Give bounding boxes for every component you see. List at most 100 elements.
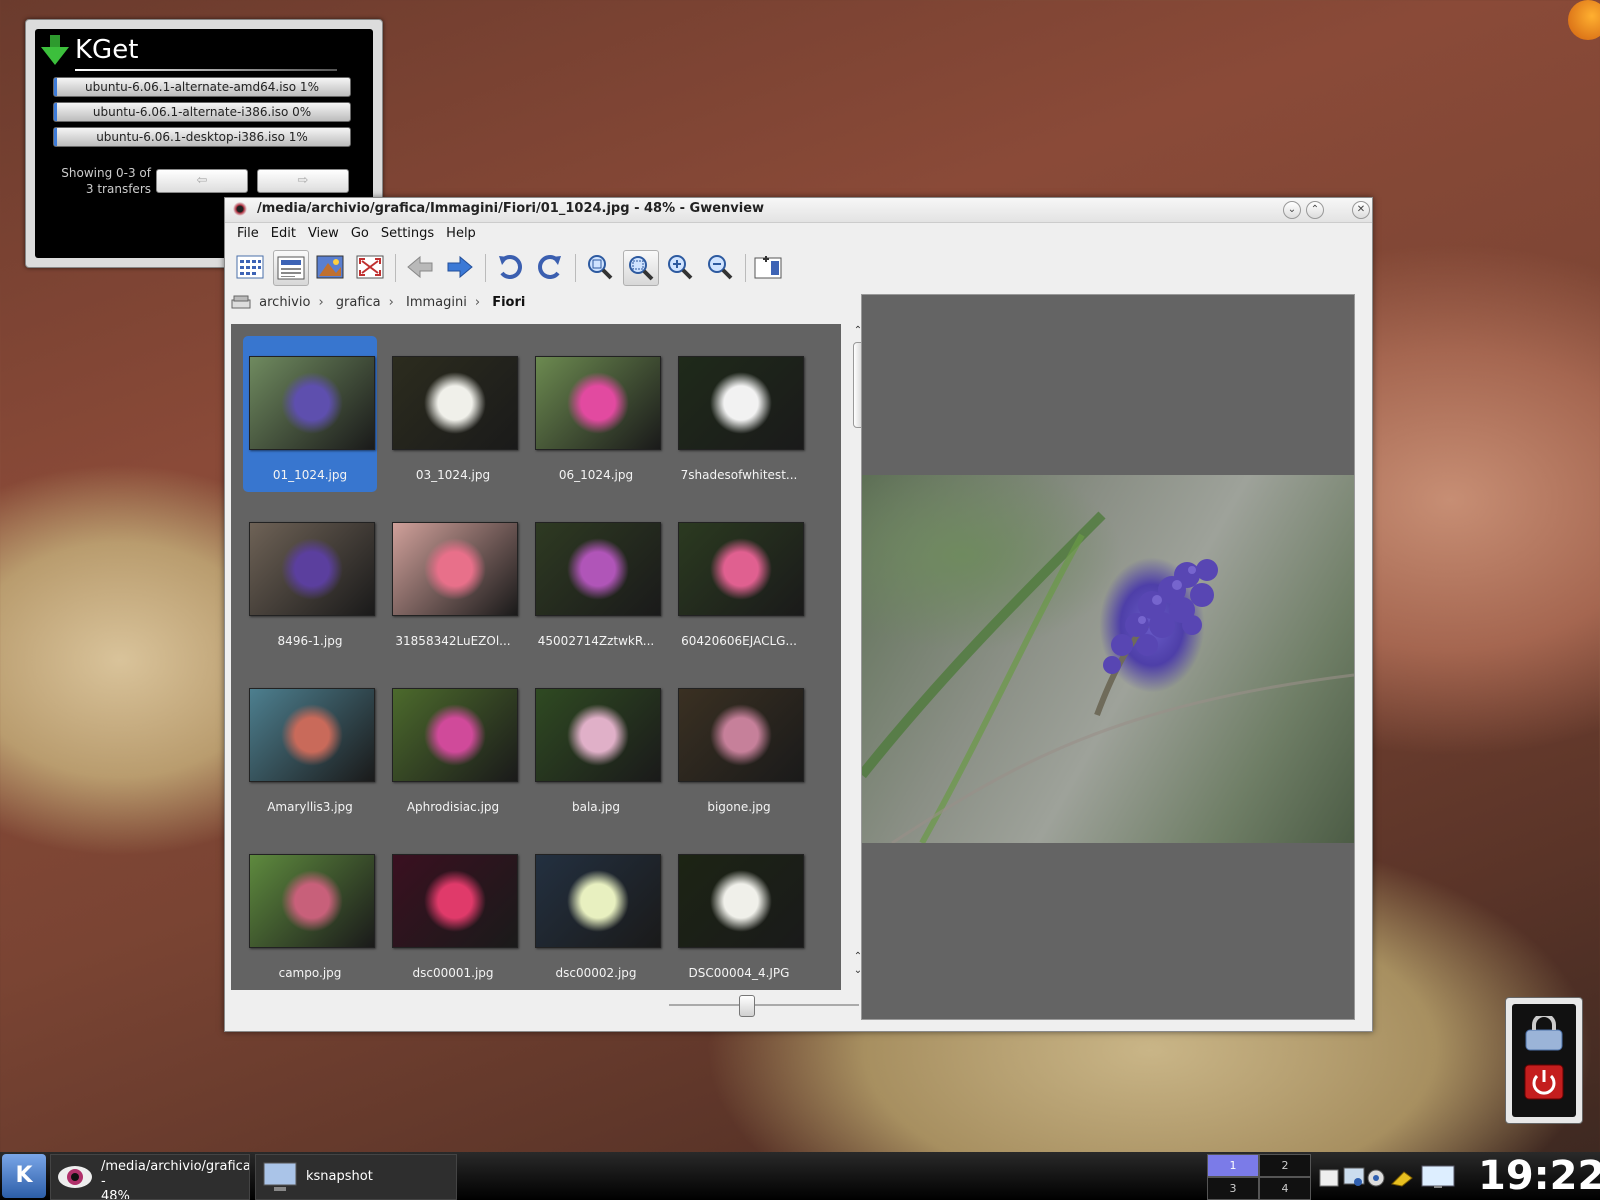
thumbnail-item[interactable]: 01_1024.jpg xyxy=(243,336,377,492)
thumbnail-view[interactable]: 01_1024.jpg 03_1024.jpg 06_1024.jpg 7shades… xyxy=(231,324,841,990)
thumbnail-item[interactable]: bala.jpg xyxy=(529,668,663,824)
breadcrumb: archivio › grafica › Immagini › Fiori xyxy=(231,294,533,316)
zoom-actual-button[interactable] xyxy=(623,250,659,286)
transfer-progress-fill xyxy=(54,103,57,121)
thumbnail-item[interactable]: 7shadesofwhitest... xyxy=(672,336,806,492)
pager-desktop-4[interactable]: 4 xyxy=(1259,1177,1311,1200)
thumbnail-item[interactable]: 8496-1.jpg xyxy=(243,502,377,658)
thumbnail-filename: Amaryllis3.jpg xyxy=(267,800,353,814)
thumbnail-item[interactable]: 45002714ZztwkR... xyxy=(529,502,663,658)
slider-handle[interactable] xyxy=(739,995,755,1017)
menu-settings[interactable]: Settings xyxy=(375,222,440,246)
rotate-right-button[interactable] xyxy=(533,250,567,284)
thumbnail-image xyxy=(678,854,804,948)
kde-menu-button[interactable]: K xyxy=(2,1154,46,1198)
menu-help[interactable]: Help xyxy=(440,222,482,246)
detail-view-icon xyxy=(277,256,305,280)
thumbnail-item[interactable]: 31858342LuEZOl... xyxy=(386,502,520,658)
thumbnail-filename: Aphrodisiac.jpg xyxy=(406,800,500,814)
thumbnail-image xyxy=(249,854,375,948)
browse-mode-button[interactable] xyxy=(233,250,267,284)
thumbnail-item[interactable]: bigone.jpg xyxy=(672,668,806,824)
pager-desktop-2[interactable]: 2 xyxy=(1259,1154,1311,1177)
thumbnail-image xyxy=(535,688,661,782)
toolbar-separator xyxy=(395,254,396,282)
thumbnail-item[interactable]: 60420606EJACLG... xyxy=(672,502,806,658)
breadcrumb-archivio[interactable]: archivio xyxy=(259,295,310,310)
zoom-in-button[interactable] xyxy=(663,250,697,284)
chevron-right-icon: › xyxy=(388,294,394,310)
breadcrumb-fiori[interactable]: Fiori xyxy=(492,295,525,310)
zoom-fit-button[interactable] xyxy=(583,250,617,284)
previous-page-button[interactable]: ⇦ xyxy=(156,169,248,193)
thumbnail-image xyxy=(392,356,518,450)
close-icon: ✕ xyxy=(1356,204,1366,215)
thumbnail-filename: 03_1024.jpg xyxy=(415,468,491,482)
thumbnail-item[interactable]: DSC00004_4.JPG xyxy=(672,834,806,990)
thumbnail-item[interactable]: campo.jpg xyxy=(243,834,377,990)
minimize-button[interactable]: ⌄ xyxy=(1283,201,1301,219)
thumbnail-image xyxy=(535,522,661,616)
pager-desktop-1[interactable]: 1 xyxy=(1207,1154,1259,1177)
rotate-left-icon xyxy=(499,255,522,279)
task-ksnapshot[interactable]: ksnapshot xyxy=(255,1154,457,1200)
transfer-item[interactable]: ubuntu-6.06.1-alternate-i386.iso 0% xyxy=(53,102,351,122)
task-gwenview[interactable]: /media/archivio/grafica - 48% xyxy=(50,1154,250,1200)
transfer-item[interactable]: ubuntu-6.06.1-alternate-amd64.iso 1% xyxy=(53,77,351,97)
lock-icon[interactable] xyxy=(1524,1016,1564,1052)
logout-power-icon[interactable] xyxy=(1524,1064,1564,1100)
photo-content xyxy=(858,511,1355,845)
thumbnail-image xyxy=(249,356,375,450)
sidebar-toggle-button[interactable] xyxy=(751,250,785,284)
gwenview-eye-icon xyxy=(58,1166,92,1188)
thumbnail-filename: bigone.jpg xyxy=(707,800,771,814)
thumbnail-image xyxy=(678,522,804,616)
toolbar-separator xyxy=(485,254,486,282)
thumbnail-image xyxy=(535,854,661,948)
gwenview-eye-icon[interactable] xyxy=(233,202,247,216)
pager-desktop-3[interactable]: 3 xyxy=(1207,1177,1259,1200)
thumbnail-item[interactable]: 03_1024.jpg xyxy=(386,336,520,492)
maximize-button[interactable]: ⌃ xyxy=(1306,201,1324,219)
thumbnail-size-slider[interactable] xyxy=(669,1004,859,1006)
menu-edit[interactable]: Edit xyxy=(265,222,302,246)
view-mode-button[interactable] xyxy=(273,250,309,286)
fullscreen-icon xyxy=(356,255,384,279)
desktop-pager: 1 2 3 4 xyxy=(1207,1154,1311,1200)
moon-applet-icon[interactable] xyxy=(1568,0,1600,40)
breadcrumb-grafica[interactable]: grafica xyxy=(336,295,381,310)
menu-file[interactable]: File xyxy=(231,222,265,246)
lock-logout-panel xyxy=(1512,1004,1576,1117)
thumbnail-image xyxy=(392,854,518,948)
previous-image-button[interactable] xyxy=(403,250,437,284)
right-arrow-icon: ⇨ xyxy=(297,173,309,188)
chevron-down-icon: ⌄ xyxy=(1287,204,1297,215)
thumbnail-item[interactable]: dsc00001.jpg xyxy=(386,834,520,990)
image-view-button[interactable] xyxy=(313,250,347,284)
chevron-right-icon: › xyxy=(318,294,324,310)
next-image-button[interactable] xyxy=(443,250,477,284)
thumbnail-image xyxy=(678,356,804,450)
rotate-left-button[interactable] xyxy=(493,250,527,284)
zoom-out-button[interactable] xyxy=(703,250,737,284)
title-bar[interactable]: /media/archivio/grafica/Immagini/Fiori/0… xyxy=(225,198,1372,223)
gwenview-window: /media/archivio/grafica/Immagini/Fiori/0… xyxy=(224,197,1373,1032)
breadcrumb-immagini[interactable]: Immagini xyxy=(406,295,467,310)
image-viewer[interactable] xyxy=(858,294,1355,1020)
arrow-right-icon xyxy=(447,255,473,279)
thumbnail-grid-icon xyxy=(236,255,264,279)
menu-view[interactable]: View xyxy=(302,222,345,246)
thumbnail-filename: 7shadesofwhitest... xyxy=(680,468,798,482)
thumbnail-item[interactable]: dsc00002.jpg xyxy=(529,834,663,990)
thumbnail-item[interactable]: 06_1024.jpg xyxy=(529,336,663,492)
menu-bar: File Edit View Go Settings Help xyxy=(225,222,1372,246)
next-page-button[interactable]: ⇨ xyxy=(257,169,349,193)
transfer-item[interactable]: ubuntu-6.06.1-desktop-i386.iso 1% xyxy=(53,127,351,147)
menu-go[interactable]: Go xyxy=(345,222,375,246)
fullscreen-button[interactable] xyxy=(353,250,387,284)
thumbnail-item[interactable]: Amaryllis3.jpg xyxy=(243,668,377,824)
thumbnail-item[interactable]: Aphrodisiac.jpg xyxy=(386,668,520,824)
zoom-out-icon xyxy=(708,255,733,280)
toolbar-separator xyxy=(575,254,576,282)
close-button[interactable]: ✕ xyxy=(1352,201,1370,219)
